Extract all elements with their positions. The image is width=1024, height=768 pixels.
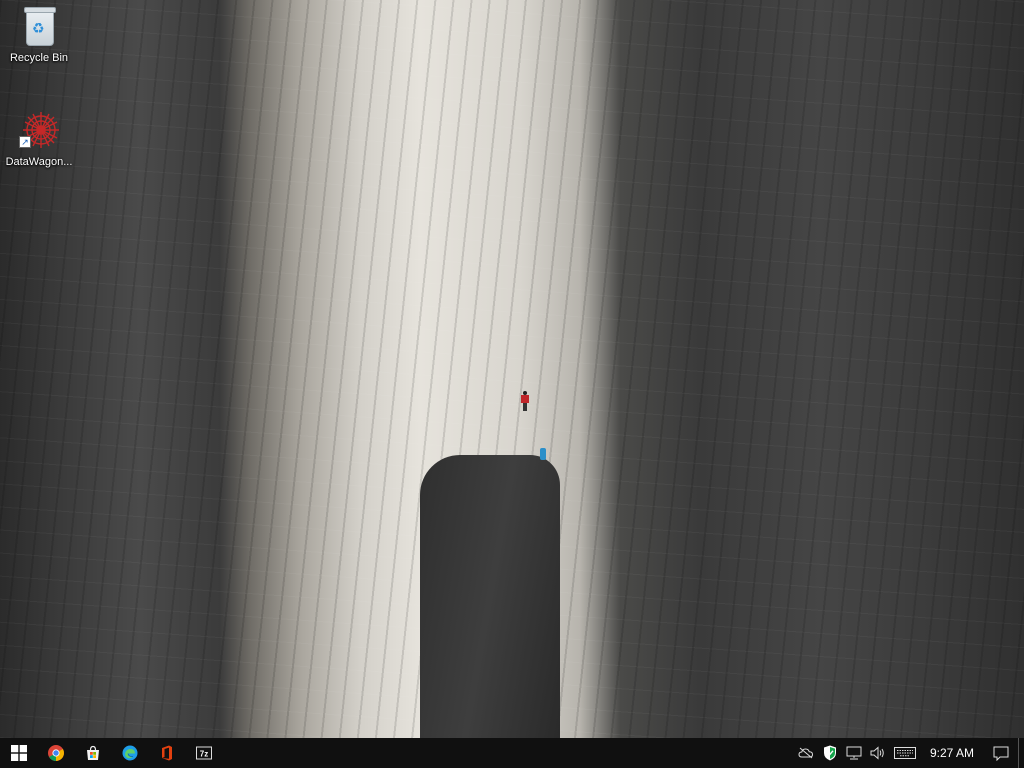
desktop-wallpaper xyxy=(0,0,1024,738)
show-desktop-button[interactable] xyxy=(1018,738,1024,768)
desktop-icon-recycle-bin[interactable]: ♻ Recycle Bin xyxy=(1,6,77,64)
desktop-icon-datawagon[interactable]: ↗ DataWagon... xyxy=(1,110,77,168)
taskbar-office-button[interactable] xyxy=(148,738,185,768)
chrome-icon xyxy=(47,745,64,761)
desktop-icon-label: DataWagon... xyxy=(5,156,73,168)
seven-zip-icon: 7z xyxy=(195,746,212,760)
system-tray: 9:27 AM xyxy=(794,738,1024,768)
datawagon-icon: ↗ xyxy=(17,110,61,154)
start-button[interactable] xyxy=(0,738,37,768)
wallpaper-boulder xyxy=(420,455,560,738)
volume-icon[interactable] xyxy=(866,738,890,768)
wallpaper-climber-belayer xyxy=(540,448,546,460)
svg-text:7z: 7z xyxy=(199,750,207,759)
taskbar-chrome-button[interactable] xyxy=(37,738,74,768)
windows-logo-icon xyxy=(10,745,27,761)
recycle-bin-icon: ♻ xyxy=(17,6,61,50)
action-center-button[interactable] xyxy=(984,738,1018,768)
wallpaper-climber xyxy=(521,391,529,411)
keyboard-icon[interactable] xyxy=(890,738,920,768)
taskbar-7zip-button[interactable]: 7z xyxy=(185,738,222,768)
network-icon[interactable] xyxy=(842,738,866,768)
taskbar-edge-button[interactable] xyxy=(111,738,148,768)
action-center-icon xyxy=(993,746,1009,761)
taskbar-store-button[interactable] xyxy=(74,738,111,768)
microsoft-store-icon xyxy=(86,745,99,760)
taskbar: 7z 9:27 AM xyxy=(0,738,1024,768)
edge-icon xyxy=(122,745,137,761)
shortcut-arrow-icon: ↗ xyxy=(19,136,31,148)
office-icon xyxy=(161,745,172,761)
desktop-icon-label: Recycle Bin xyxy=(9,52,69,64)
taskbar-clock[interactable]: 9:27 AM xyxy=(920,738,984,768)
cloud-offline-icon[interactable] xyxy=(794,738,818,768)
security-shield-icon[interactable] xyxy=(818,738,842,768)
